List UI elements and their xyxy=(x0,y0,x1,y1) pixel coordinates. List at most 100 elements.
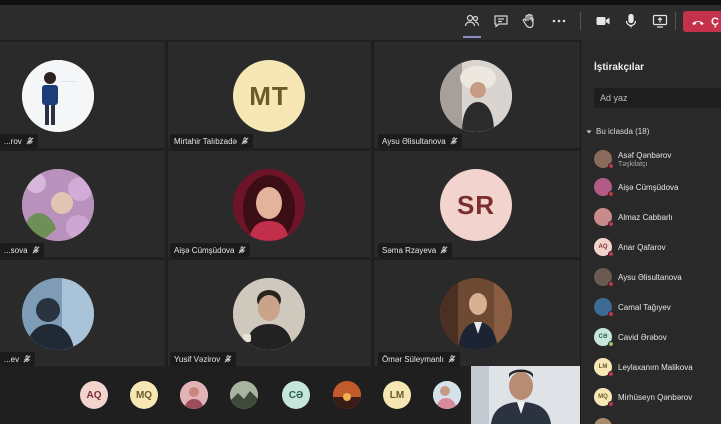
name-tag: ...ev xyxy=(0,352,36,366)
toolbar-divider xyxy=(580,12,581,30)
participant-name: Almaz Cabbarlı xyxy=(618,212,673,222)
participant-name: Mirtahir Talıbzadə xyxy=(174,136,237,146)
sunset-photo xyxy=(333,381,361,409)
avatar-initials: MQ xyxy=(135,389,153,401)
name-tag: Ömər Süleymanlı xyxy=(378,352,460,366)
person-photo: ........ xyxy=(22,60,94,132)
participant-row[interactable]: Asəf Qənbərov Təşkilatçı xyxy=(594,147,721,171)
participant-tile[interactable]: Ömər Süleymanlı xyxy=(374,260,580,366)
chat-button[interactable] xyxy=(490,10,512,32)
mic-icon xyxy=(625,13,637,28)
overflow-avatar[interactable] xyxy=(180,381,208,409)
overflow-avatar[interactable] xyxy=(230,381,258,409)
overflow-avatar[interactable]: AQ xyxy=(80,381,108,409)
participant-tile[interactable]: SR Səma Rzayeva xyxy=(374,151,580,257)
participant-tile[interactable]: Aişə Cümşüdova xyxy=(168,151,371,257)
participant-avatar: MQ xyxy=(594,388,614,407)
participant-text: Camal Tağıyev xyxy=(618,303,671,312)
participant-row[interactable]: AQ Anar Qafarov xyxy=(594,235,721,259)
participant-tile[interactable]: ...ev xyxy=(0,260,165,366)
participant-name: Yusif Vəzirov xyxy=(174,354,221,364)
person-photo xyxy=(233,169,305,241)
self-view-video[interactable] xyxy=(471,366,580,424)
name-tag: ...sova xyxy=(0,243,44,257)
in-meeting-section-header[interactable]: Bu iclasda (18) xyxy=(586,127,649,136)
participant-row[interactable]: Camal Tağıyev xyxy=(594,295,721,319)
share-icon xyxy=(652,14,668,28)
person-photo xyxy=(233,278,305,350)
share-screen-button[interactable] xyxy=(649,10,671,32)
participant-row[interactable]: CƏ Cavid Ərəbov xyxy=(594,325,721,349)
meeting-toolbar: Ç xyxy=(0,0,721,40)
participant-row[interactable]: Almaz Cabbarlı xyxy=(594,205,721,229)
panel-title: İştirakçılar xyxy=(594,62,645,73)
participant-tile[interactable]: ...sova xyxy=(0,151,165,257)
presence-status-icon xyxy=(608,163,614,169)
mic-off-icon xyxy=(241,137,249,145)
participant-text: Cavid Ərəbov xyxy=(618,333,667,342)
participant-name: Camal Tağıyev xyxy=(618,302,671,312)
mic-off-icon xyxy=(26,137,34,145)
participant-text: Leylaxanım Malikova xyxy=(618,363,693,372)
participant-avatar: LM xyxy=(594,358,614,377)
participant-role: Təşkilatçı xyxy=(618,160,648,168)
presence-status-icon xyxy=(608,371,614,377)
camera-button[interactable] xyxy=(592,10,614,32)
participant-tile[interactable]: Yusif Vəzirov xyxy=(168,260,371,366)
avatar-initials: CƏ xyxy=(288,389,304,401)
participant-row[interactable] xyxy=(594,415,721,424)
participant-row[interactable]: LM Leylaxanım Malikova xyxy=(594,355,721,379)
person-photo xyxy=(22,278,94,350)
participant-avatar xyxy=(594,268,614,287)
avatar xyxy=(22,278,94,350)
avatar: ........ xyxy=(22,60,94,132)
svg-text:........: ........ xyxy=(62,78,76,84)
mic-off-icon xyxy=(440,246,448,254)
avatar xyxy=(233,169,305,241)
participants-panel: İştirakçılar Ad yaz Bu iclasda (18) Asəf… xyxy=(580,40,721,424)
participant-name: Aişə Cümşüdova xyxy=(618,182,679,192)
more-options-button[interactable] xyxy=(548,10,570,32)
leave-button[interactable]: Ç xyxy=(683,11,721,32)
person-photo xyxy=(180,381,208,409)
avatar-initials xyxy=(594,418,612,424)
raise-hand-icon xyxy=(522,13,534,29)
chat-icon xyxy=(494,15,508,28)
raise-hand-button[interactable] xyxy=(518,10,540,32)
section-label: Bu iclasda (18) xyxy=(596,127,650,136)
participant-tile[interactable]: Aysu Əlisultanova xyxy=(374,42,580,148)
overflow-avatar[interactable] xyxy=(433,381,461,409)
participant-name: Səma Rzayeva xyxy=(382,245,437,255)
avatar xyxy=(440,60,512,132)
overflow-avatar[interactable]: LM xyxy=(383,381,411,409)
participant-row[interactable]: Aysu Əlisultanova xyxy=(594,265,721,289)
participants-button[interactable] xyxy=(461,10,483,38)
participant-tile[interactable]: ........ ...rov xyxy=(0,42,165,148)
mic-off-icon xyxy=(32,246,40,254)
avatar xyxy=(440,278,512,350)
avatar xyxy=(22,169,94,241)
presence-status-icon xyxy=(608,401,614,407)
participant-avatar xyxy=(594,178,614,197)
participant-row[interactable]: MQ Mirhüseyn Qənbərov xyxy=(594,385,721,409)
participant-text: Almaz Cabbarlı xyxy=(618,213,673,222)
phone-icon xyxy=(692,20,704,25)
person-photo xyxy=(22,169,94,241)
participant-row[interactable]: Aişə Cümşüdova xyxy=(594,175,721,199)
participant-text: Anar Qafarov xyxy=(618,243,666,252)
toolbar-divider xyxy=(675,12,676,30)
overflow-avatar[interactable]: CƏ xyxy=(282,381,310,409)
participant-name: ...sova xyxy=(4,245,28,255)
participant-name: ...ev xyxy=(4,354,20,364)
participant-avatar: AQ xyxy=(594,238,614,257)
overflow-avatar[interactable]: MQ xyxy=(130,381,158,409)
mic-button[interactable] xyxy=(620,10,642,32)
participant-avatar: CƏ xyxy=(594,328,614,347)
overflow-avatar[interactable] xyxy=(333,381,361,409)
more-icon xyxy=(552,19,566,23)
participant-search-input[interactable]: Ad yaz xyxy=(594,88,721,108)
participant-name: Mirhüseyn Qənbərov xyxy=(618,392,693,402)
landscape-photo xyxy=(230,381,258,409)
participant-name: Ömər Süleymanlı xyxy=(382,354,444,364)
participant-tile[interactable]: MT Mirtahir Talıbzadə xyxy=(168,42,371,148)
